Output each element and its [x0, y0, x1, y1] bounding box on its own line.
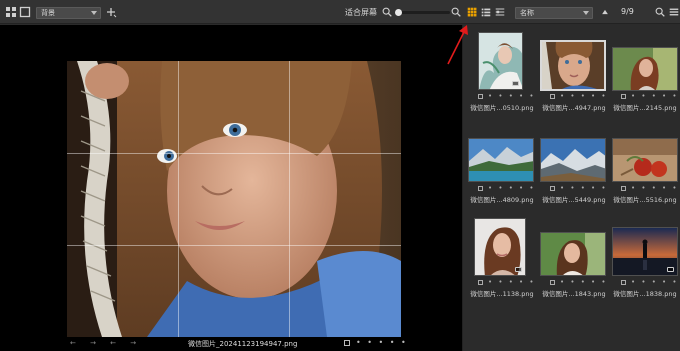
thumbnail-rating[interactable]: • • • • •	[560, 184, 608, 192]
thumbnail-name: 微信图片...5516.png	[613, 196, 677, 204]
thumbnail-meta: • • • • •	[550, 184, 610, 193]
chevron-down-icon	[583, 11, 589, 15]
current-filename: 微信图片_20241123194947.png	[188, 340, 298, 348]
main-photo[interactable]	[67, 61, 401, 337]
annotation-arrow-icon	[447, 25, 468, 65]
thumbnail-meta: • • • • •	[621, 92, 680, 101]
detail-view-icon[interactable]	[494, 4, 506, 20]
thumbnail-rating[interactable]: • • • • •	[631, 92, 679, 100]
thumbnail-item[interactable]: • • • • • 微信图片...5449.png	[538, 132, 608, 218]
thumbnail-checkbox[interactable]	[550, 280, 555, 285]
thumbnail-name: 微信图片...1843.png	[542, 290, 606, 298]
thumbnail-name: 微信图片...2145.png	[613, 104, 677, 112]
preset-select[interactable]: 背景	[36, 7, 101, 19]
image-counter: 9/9	[621, 7, 634, 16]
thumbnail-item[interactable]: • • • • • 微信图片...2145.png	[609, 30, 679, 116]
thumbnail-meta: • • • • •	[550, 92, 610, 101]
thumbnail-checkbox[interactable]	[478, 186, 483, 191]
thumbnail-meta: • • • • •	[478, 92, 538, 101]
grid-line-v2	[289, 61, 290, 337]
thumbnail-image[interactable]	[468, 138, 534, 182]
thumbnail-name: 微信图片...1138.png	[470, 290, 534, 298]
thumbnail-meta: • • • • •	[621, 184, 680, 193]
sort-ascending-icon[interactable]	[600, 4, 610, 20]
sort-select-value: 名称	[520, 9, 534, 17]
chevron-down-icon	[91, 11, 97, 15]
thumbnail-item[interactable]: • • • • • 微信图片...5516.png	[609, 132, 679, 218]
thumbnail-image[interactable]	[540, 138, 606, 182]
thumbnail-image[interactable]	[540, 232, 606, 276]
zoom-in-icon[interactable]	[450, 4, 462, 20]
thumbnail-image[interactable]	[612, 227, 678, 276]
grid-line-h2	[67, 245, 401, 246]
thumbnail-item[interactable]: • • • • • 微信图片...1138.png	[466, 212, 536, 298]
thumbnail-image[interactable]	[474, 218, 526, 276]
thumbnail-rating[interactable]: • • • • •	[560, 92, 608, 100]
thumbnail-rating[interactable]: • • • • •	[488, 184, 536, 192]
zoom-out-icon[interactable]	[381, 4, 393, 20]
thumbnail-rating[interactable]: • • • • •	[631, 278, 679, 286]
thumbnail-item[interactable]: • • • • • 微信图片...0510.png	[466, 30, 536, 116]
thumbnail-meta: • • • • •	[478, 184, 538, 193]
navigation-arrows[interactable]: ← → ← →	[70, 339, 142, 347]
thumbnail-rating[interactable]: • • • • •	[560, 278, 608, 286]
preset-select-value: 背景	[41, 9, 55, 17]
thumbnail-name: 微信图片...1838.png	[613, 290, 677, 298]
thumbnail-name: 微信图片...5449.png	[542, 196, 606, 204]
thumbnail-item-selected[interactable]: • • • • • 微信图片...4947.png	[538, 30, 608, 116]
thumbnail-grid-icon[interactable]	[466, 4, 478, 20]
thumbnail-image[interactable]	[612, 47, 678, 91]
image-badge-icon	[667, 267, 674, 272]
list-view-icon[interactable]	[480, 4, 492, 20]
thumbnail-checkbox[interactable]	[550, 94, 555, 99]
thumbnail-name: 微信图片...0510.png	[470, 104, 534, 112]
thumbnail-meta: • • • • •	[621, 278, 680, 287]
rating-stars[interactable]: • • • • •	[356, 338, 408, 347]
image-badge-icon	[515, 267, 522, 272]
sort-select[interactable]: 名称	[515, 7, 593, 19]
thumbnail-checkbox[interactable]	[550, 186, 555, 191]
zoom-slider[interactable]	[395, 9, 450, 16]
top-toolbar: 背景 适合屏幕 名称 9/9	[0, 0, 680, 24]
fit-screen-label[interactable]: 适合屏幕	[345, 7, 377, 18]
thumbnail-rating[interactable]: • • • • •	[631, 184, 679, 192]
thumbnail-item[interactable]: • • • • • 微信图片...1838.png	[609, 212, 679, 298]
thumbnail-meta: • • • • •	[478, 278, 538, 287]
grid-line-v1	[178, 61, 179, 337]
thumbnail-checkbox[interactable]	[621, 280, 626, 285]
more-options-icon[interactable]	[668, 4, 680, 20]
thumbnail-checkbox[interactable]	[478, 94, 483, 99]
image-badge-icon	[512, 81, 519, 86]
thumbnail-item[interactable]: • • • • • 微信图片...1843.png	[538, 212, 608, 298]
thumbnail-checkbox[interactable]	[478, 280, 483, 285]
thumbnail-checkbox[interactable]	[621, 94, 626, 99]
thumbnail-meta: • • • • •	[550, 278, 610, 287]
search-icon[interactable]	[654, 4, 666, 20]
thumbnail-checkbox[interactable]	[621, 186, 626, 191]
zoom-slider-handle[interactable]	[395, 9, 402, 16]
grid-view-icon[interactable]	[4, 4, 18, 20]
thumbnail-rating[interactable]: • • • • •	[488, 92, 536, 100]
thumbnail-image[interactable]	[478, 32, 523, 90]
thumbnail-image[interactable]	[612, 138, 678, 182]
thumbnail-rating[interactable]: • • • • •	[488, 278, 536, 286]
single-view-icon[interactable]	[18, 4, 32, 20]
thumbnail-name: 微信图片...4947.png	[542, 104, 606, 112]
add-adjust-icon[interactable]	[104, 4, 118, 20]
thumbnail-image[interactable]	[540, 40, 606, 91]
thumbnail-name: 微信图片...4809.png	[470, 196, 534, 204]
grid-line-h1	[67, 153, 401, 154]
select-checkbox[interactable]	[344, 340, 350, 346]
thumbnail-item[interactable]: • • • • • 微信图片...4809.png	[466, 132, 536, 218]
